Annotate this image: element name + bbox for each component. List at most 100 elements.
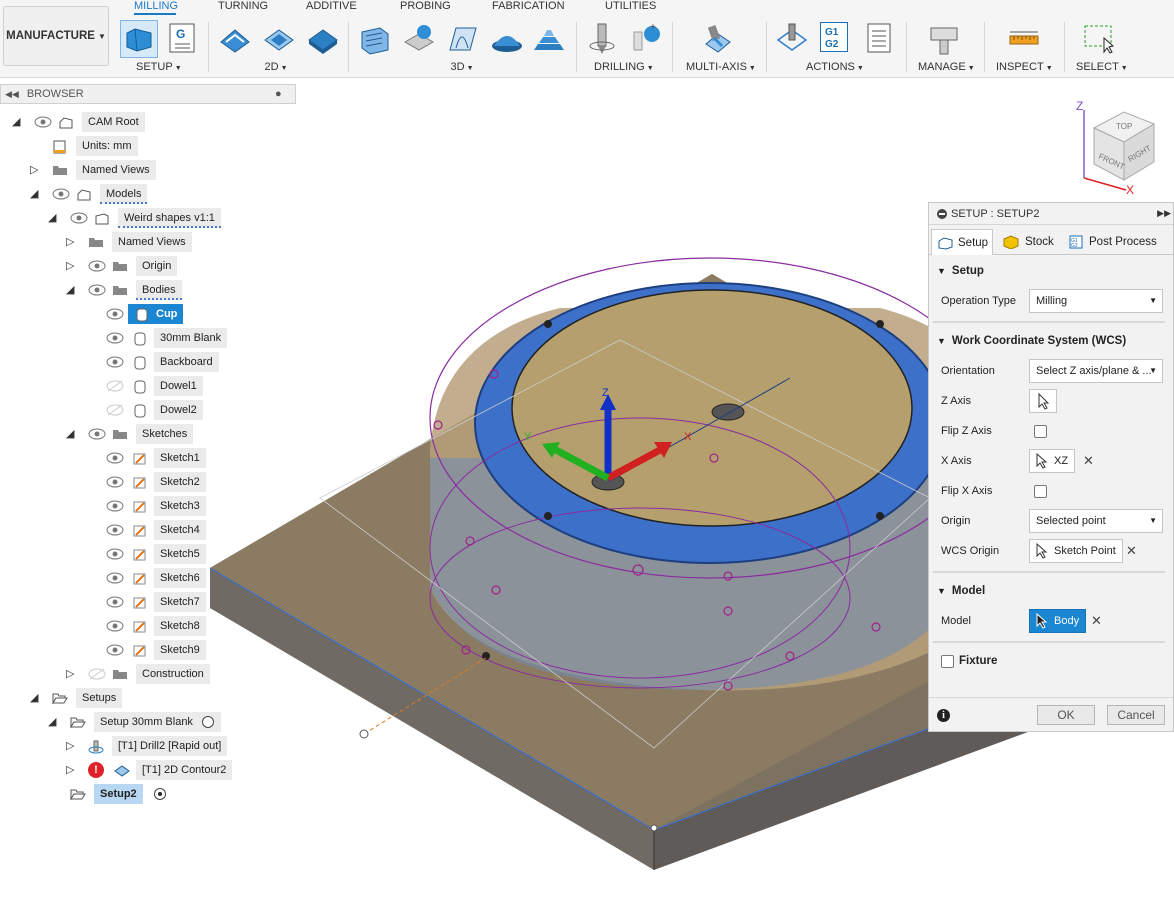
simulate-icon[interactable] bbox=[776, 22, 810, 56]
group-select[interactable]: SELECT ▼ bbox=[1076, 61, 1128, 73]
minimize-icon[interactable]: ● bbox=[275, 88, 282, 100]
tab-probing[interactable]: PROBING bbox=[400, 0, 451, 15]
nc-program-icon[interactable]: G bbox=[166, 22, 200, 56]
eye-icon[interactable] bbox=[88, 284, 106, 296]
post-process-icon[interactable]: G1 G2 bbox=[820, 22, 848, 52]
clear-x-axis-icon[interactable]: ✕ bbox=[1083, 453, 1094, 469]
activate-radio-icon[interactable] bbox=[202, 716, 214, 728]
group-actions[interactable]: ACTIONS ▼ bbox=[806, 61, 864, 73]
3d-contour-icon[interactable] bbox=[446, 22, 480, 56]
eye-icon[interactable] bbox=[106, 332, 124, 344]
minimize-dialog-icon[interactable] bbox=[937, 208, 947, 219]
collapsed-triangle-icon[interactable]: ▷ bbox=[66, 236, 78, 248]
eye-icon[interactable] bbox=[106, 500, 124, 512]
collapsed-triangle-icon[interactable]: ▷ bbox=[66, 668, 78, 680]
clear-wcs-origin-icon[interactable]: ✕ bbox=[1126, 543, 1137, 559]
expanded-triangle-icon[interactable]: ◢ bbox=[30, 188, 42, 200]
orientation-select[interactable]: Select Z axis/plane & ... ▼ bbox=[1029, 359, 1163, 383]
3d-adaptive-icon[interactable] bbox=[358, 22, 392, 56]
eye-icon[interactable] bbox=[106, 452, 124, 464]
section-setup[interactable]: ▼ Setup bbox=[937, 265, 984, 277]
section-fixture[interactable]: Fixture bbox=[959, 655, 997, 667]
tool-library-icon[interactable] bbox=[928, 22, 962, 56]
new-setup-icon[interactable] bbox=[120, 20, 158, 58]
active-radio-icon[interactable] bbox=[154, 788, 166, 800]
collapsed-triangle-icon[interactable]: ▷ bbox=[66, 260, 78, 272]
cancel-button[interactable]: Cancel bbox=[1107, 705, 1165, 725]
collapsed-triangle-icon[interactable]: ▷ bbox=[66, 740, 78, 752]
clear-model-icon[interactable]: ✕ bbox=[1091, 613, 1102, 629]
x-axis-selector[interactable]: XZ bbox=[1029, 449, 1076, 473]
eye-icon[interactable] bbox=[106, 548, 124, 560]
eye-icon[interactable] bbox=[106, 596, 124, 608]
eye-icon[interactable] bbox=[52, 188, 70, 200]
section-model[interactable]: ▼ Model bbox=[937, 585, 985, 597]
tab-stock[interactable]: Stock bbox=[1001, 229, 1061, 255]
dialog-titlebar[interactable]: SETUP : SETUP2 ▶▶ bbox=[929, 203, 1173, 225]
eye-icon[interactable] bbox=[88, 428, 106, 440]
flip-x-checkbox[interactable] bbox=[1034, 485, 1047, 498]
3d-pocket-icon[interactable] bbox=[402, 22, 436, 56]
eye-icon[interactable] bbox=[106, 356, 124, 368]
collapse-panel-icon[interactable]: ◀◀ bbox=[5, 89, 19, 100]
z-axis-selector[interactable] bbox=[1029, 389, 1057, 413]
multi-axis-icon[interactable] bbox=[700, 22, 734, 56]
tab-additive[interactable]: ADDITIVE bbox=[306, 0, 357, 15]
eye-icon[interactable] bbox=[34, 116, 52, 128]
expanded-triangle-icon[interactable]: ◢ bbox=[48, 716, 60, 728]
eye-icon[interactable] bbox=[70, 212, 88, 224]
tab-setup[interactable]: Setup bbox=[931, 229, 993, 255]
hole-recognition-icon[interactable]: + bbox=[628, 22, 662, 56]
expanded-triangle-icon[interactable]: ◢ bbox=[66, 284, 78, 296]
ok-button[interactable]: OK bbox=[1037, 705, 1095, 725]
eye-icon[interactable] bbox=[106, 572, 124, 584]
model-selector[interactable]: Body bbox=[1029, 609, 1087, 633]
group-3d[interactable]: 3D ▼ bbox=[450, 61, 474, 73]
2d-adaptive-icon[interactable] bbox=[218, 22, 252, 56]
measure-icon[interactable] bbox=[1008, 22, 1042, 56]
eye-icon[interactable] bbox=[106, 524, 124, 536]
eye-hidden-icon[interactable] bbox=[88, 668, 106, 680]
group-drilling[interactable]: DRILLING ▼ bbox=[594, 61, 654, 73]
flip-z-checkbox[interactable] bbox=[1034, 425, 1047, 438]
2d-face-icon[interactable] bbox=[306, 22, 340, 56]
eye-icon[interactable] bbox=[106, 644, 124, 656]
tab-post-process[interactable]: G1 G2 Post Process bbox=[1067, 229, 1167, 255]
workspace-switcher[interactable]: MANUFACTURE ▼ bbox=[3, 6, 109, 66]
2d-pocket-icon[interactable] bbox=[262, 22, 296, 56]
group-setup[interactable]: SETUP ▼ bbox=[136, 61, 182, 73]
collapsed-triangle-icon[interactable]: ▷ bbox=[30, 164, 42, 176]
origin-select[interactable]: Selected point ▼ bbox=[1029, 509, 1163, 533]
expanded-triangle-icon[interactable]: ◢ bbox=[12, 116, 24, 128]
eye-icon[interactable] bbox=[106, 308, 124, 320]
tab-fabrication[interactable]: FABRICATION bbox=[492, 0, 565, 15]
eye-icon[interactable] bbox=[88, 260, 106, 272]
group-multi-axis[interactable]: MULTI-AXIS ▼ bbox=[686, 61, 756, 73]
3d-parallel-icon[interactable] bbox=[490, 22, 524, 56]
tab-turning[interactable]: TURNING bbox=[218, 0, 268, 15]
group-2d[interactable]: 2D ▼ bbox=[264, 61, 288, 73]
info-icon[interactable]: i bbox=[937, 709, 950, 722]
eye-hidden-icon[interactable] bbox=[106, 380, 124, 392]
view-cube[interactable]: Z X TOP FRONT RIGHT bbox=[1070, 98, 1170, 198]
eye-icon[interactable] bbox=[106, 620, 124, 632]
tab-milling[interactable]: MILLING bbox=[134, 0, 178, 15]
expand-dialog-icon[interactable]: ▶▶ bbox=[1157, 208, 1171, 219]
group-manage[interactable]: MANAGE ▼ bbox=[918, 61, 975, 73]
drill-icon[interactable] bbox=[586, 22, 620, 56]
eye-hidden-icon[interactable] bbox=[106, 404, 124, 416]
fixture-checkbox[interactable] bbox=[941, 655, 954, 668]
expanded-triangle-icon[interactable]: ◢ bbox=[30, 692, 42, 704]
wcs-origin-selector[interactable]: Sketch Point bbox=[1029, 539, 1123, 563]
operation-type-select[interactable]: Milling ▼ bbox=[1029, 289, 1163, 313]
window-select-icon[interactable] bbox=[1082, 22, 1116, 56]
collapsed-triangle-icon[interactable]: ▷ bbox=[66, 764, 78, 776]
group-inspect[interactable]: INSPECT ▼ bbox=[996, 61, 1053, 73]
eye-icon[interactable] bbox=[106, 476, 124, 488]
expanded-triangle-icon[interactable]: ◢ bbox=[66, 428, 78, 440]
3d-scallop-icon[interactable] bbox=[532, 22, 566, 56]
setup-sheet-icon[interactable] bbox=[864, 22, 898, 56]
expanded-triangle-icon[interactable]: ◢ bbox=[48, 212, 60, 224]
section-wcs[interactable]: ▼ Work Coordinate System (WCS) bbox=[937, 335, 1126, 347]
tab-utilities[interactable]: UTILITIES bbox=[605, 0, 656, 15]
